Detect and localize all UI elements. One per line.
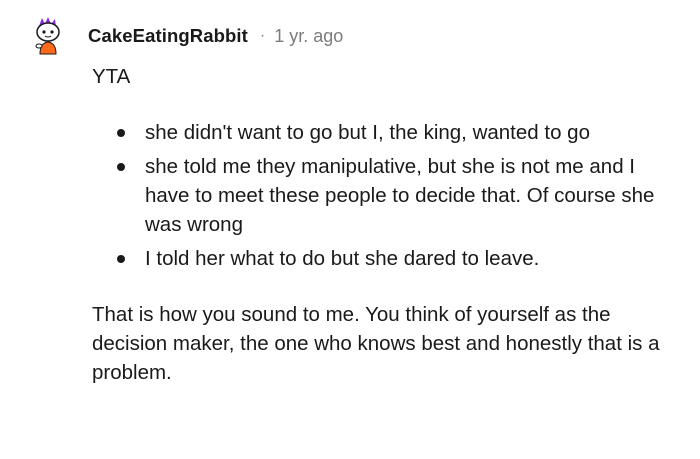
bullet-icon	[117, 163, 125, 171]
list-item-text: I told her what to do but she dared to l…	[145, 247, 540, 270]
list-item: she told me they manipulative, but she i…	[92, 152, 682, 239]
bullet-icon	[117, 129, 125, 137]
list-item: I told her what to do but she dared to l…	[92, 244, 682, 273]
meta-separator: ·	[259, 27, 266, 44]
comment-timestamp[interactable]: 1 yr. ago	[274, 26, 343, 47]
list-item: she didn't want to go but I, the king, w…	[92, 118, 682, 147]
bullet-list: she didn't want to go but I, the king, w…	[92, 118, 682, 273]
comment-header: CakeEatingRabbit · 1 yr. ago	[30, 16, 343, 56]
comment-body: YTA she didn't want to go but I, the kin…	[92, 62, 682, 387]
snoo-avatar-icon[interactable]	[30, 16, 66, 56]
verdict-text: YTA	[92, 65, 131, 88]
username-link[interactable]: CakeEatingRabbit	[88, 25, 248, 47]
list-item-text: she didn't want to go but I, the king, w…	[145, 121, 590, 144]
comment: CakeEatingRabbit · 1 yr. ago YTA she did…	[0, 0, 700, 459]
closing-paragraph: That is how you sound to me. You think o…	[92, 303, 660, 384]
list-item-text: she told me they manipulative, but she i…	[145, 155, 655, 236]
bullet-icon	[117, 255, 125, 263]
